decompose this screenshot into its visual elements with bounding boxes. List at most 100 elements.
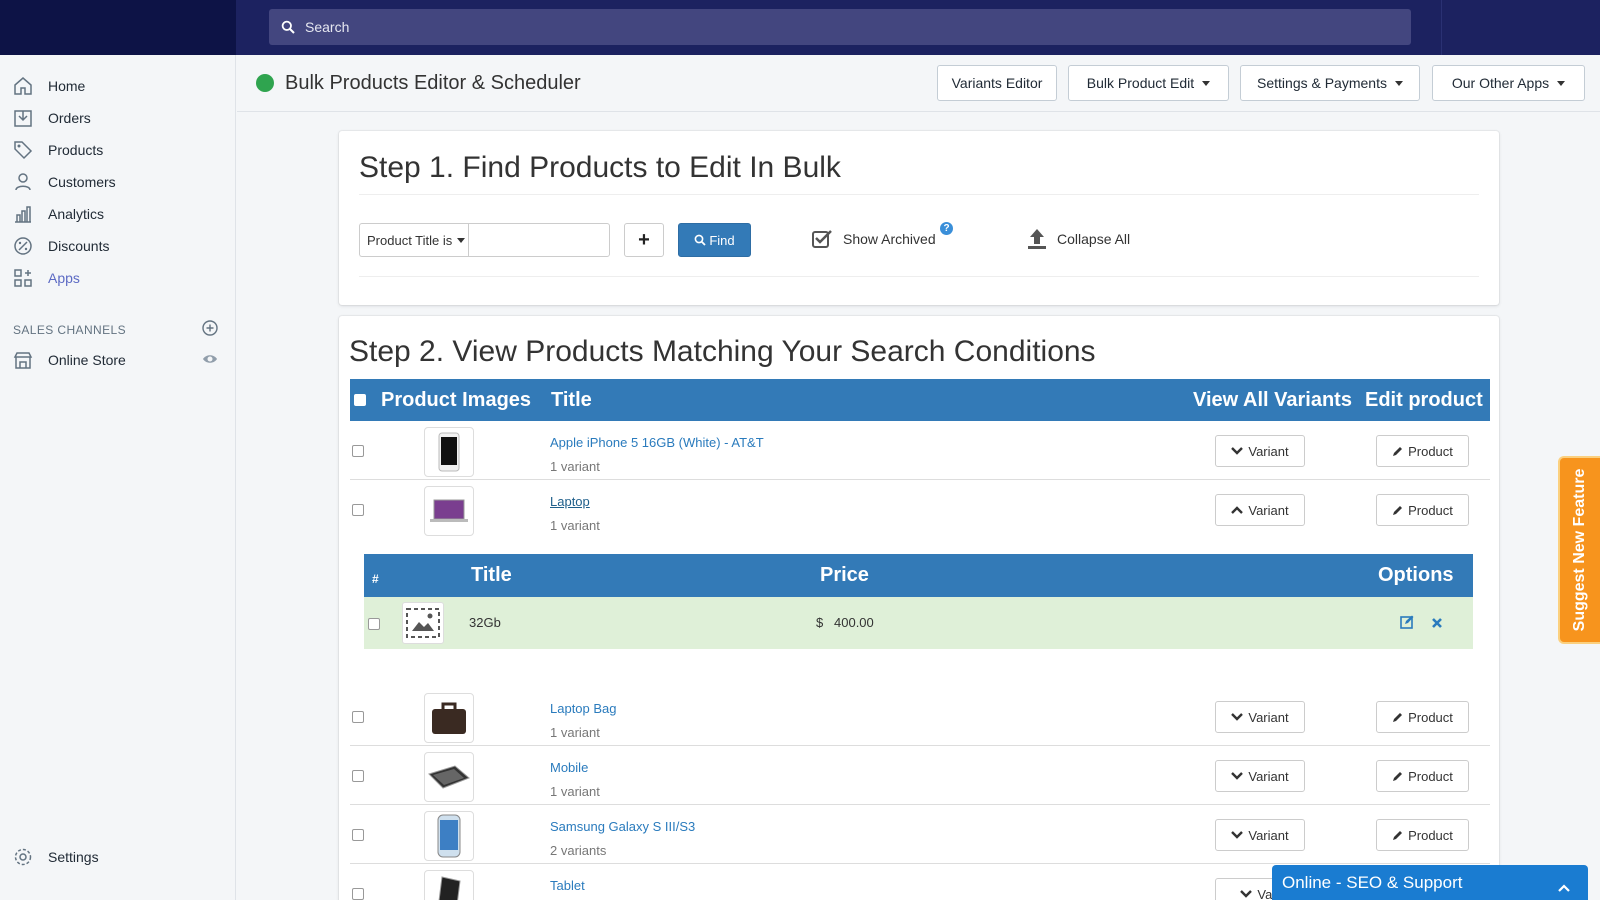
search-input[interactable] <box>305 19 1305 35</box>
currency-symbol: $ <box>816 615 824 630</box>
table-row: Samsung Galaxy S III/S3 2 variants Varia… <box>350 805 1490 864</box>
bulk-product-edit-button[interactable]: Bulk Product Edit <box>1068 65 1229 101</box>
filter-value-input[interactable] <box>468 223 610 257</box>
sidebar-item-label: Analytics <box>48 206 105 222</box>
edit-product-button[interactable]: Product <box>1376 494 1469 526</box>
edit-product-button[interactable]: Product <box>1376 819 1469 851</box>
tag-icon <box>12 139 34 161</box>
suggest-feature-tab[interactable]: Suggest New Feature <box>1558 456 1600 644</box>
search-icon <box>694 234 706 246</box>
store-logo-area <box>0 0 236 55</box>
product-thumbnail <box>424 752 474 802</box>
variants-editor-button[interactable]: Variants Editor <box>937 65 1057 101</box>
find-button[interactable]: Find <box>678 223 751 257</box>
row-checkbox[interactable] <box>352 711 364 723</box>
product-thumbnail <box>424 693 474 743</box>
button-label: Bulk Product Edit <box>1086 75 1195 91</box>
sales-channels-header: SALES CHANNELS <box>13 323 126 337</box>
product-title-link[interactable]: Tablet <box>550 878 585 893</box>
eye-icon[interactable] <box>202 351 218 372</box>
edit-product-button[interactable]: Product <box>1376 701 1469 733</box>
view-variants-button[interactable]: Variant <box>1215 819 1305 851</box>
button-label: Variant <box>1248 502 1289 518</box>
app-title: Bulk Products Editor & Scheduler <box>285 72 581 94</box>
button-label: Settings & Payments <box>1257 75 1387 91</box>
collapse-all-button[interactable]: Collapse All <box>1027 228 1130 250</box>
chevron-down-icon <box>1231 713 1244 721</box>
button-label: Find <box>709 232 735 248</box>
sidebar-item-apps[interactable]: Apps <box>12 264 80 292</box>
variant-row: 32Gb $ 400.00 <box>364 597 1473 649</box>
product-thumbnail <box>424 811 474 861</box>
sidebar-item-label: Orders <box>48 110 91 126</box>
variant-count: 1 variant <box>550 459 600 474</box>
support-chat-bar[interactable]: Online - SEO & Support <box>1272 865 1588 900</box>
product-title-link[interactable]: Laptop <box>550 494 590 509</box>
search-bar[interactable] <box>269 9 1411 45</box>
person-icon <box>12 171 34 193</box>
filter-condition-select[interactable]: Product Title is <box>359 223 469 257</box>
sidebar-item-discounts[interactable]: Discounts <box>12 232 109 260</box>
variant-title: 32Gb <box>469 615 501 630</box>
add-channel-icon[interactable] <box>202 320 218 341</box>
row-checkbox[interactable] <box>352 829 364 841</box>
sidebar-item-analytics[interactable]: Analytics <box>12 200 104 228</box>
edit-product-button[interactable]: Product <box>1376 435 1469 467</box>
sidebar-item-orders[interactable]: Orders <box>12 104 91 132</box>
sidebar: Home Orders Products Customers Analytics… <box>0 55 236 900</box>
row-checkbox[interactable] <box>352 770 364 782</box>
variant-checkbox[interactable] <box>368 618 380 630</box>
view-variants-button[interactable]: Variant <box>1215 701 1305 733</box>
variant-count: 1 variant <box>550 784 600 799</box>
pencil-icon <box>1393 447 1403 456</box>
sidebar-item-label: Discounts <box>48 238 110 254</box>
sidebar-item-online-store[interactable]: Online Store <box>12 346 126 374</box>
show-archived-toggle[interactable]: Show Archived <box>811 228 936 250</box>
variant-image-placeholder[interactable] <box>402 602 444 644</box>
add-condition-button[interactable]: + <box>624 223 664 257</box>
chevron-down-icon <box>1231 447 1244 455</box>
column-header-variants: View All Variants <box>1193 389 1352 411</box>
button-label: Product <box>1408 709 1453 725</box>
delete-variant-icon[interactable] <box>1431 616 1443 634</box>
table-row: Apple iPhone 5 16GB (White) - AT&T 1 var… <box>350 421 1490 480</box>
view-variants-button[interactable]: Variant <box>1215 435 1305 467</box>
product-thumbnail <box>424 486 474 536</box>
row-checkbox[interactable] <box>352 888 364 900</box>
sidebar-item-products[interactable]: Products <box>12 136 103 164</box>
caret-down-icon <box>1394 80 1403 86</box>
step1-title: Step 1. Find Products to Edit In Bulk <box>359 151 841 184</box>
help-icon[interactable]: ? <box>940 222 953 235</box>
product-title-link[interactable]: Mobile <box>550 760 588 775</box>
upload-icon <box>1028 229 1046 249</box>
sidebar-item-label: Settings <box>48 849 99 865</box>
sidebar-item-settings[interactable]: Settings <box>12 843 99 871</box>
row-checkbox[interactable] <box>352 504 364 516</box>
view-variants-button[interactable]: Variant <box>1215 760 1305 792</box>
button-label: Variant <box>1248 768 1289 784</box>
row-checkbox[interactable] <box>352 445 364 457</box>
apps-icon <box>12 267 34 289</box>
table-row: Laptop 1 variant Variant Product <box>350 480 1490 540</box>
settings-payments-button[interactable]: Settings & Payments <box>1240 65 1420 101</box>
edit-variant-icon[interactable] <box>1400 615 1414 634</box>
product-title-link[interactable]: Laptop Bag <box>550 701 617 716</box>
column-header-title: Title <box>551 389 592 411</box>
edit-product-button[interactable]: Product <box>1376 760 1469 792</box>
button-label: Product <box>1408 502 1453 518</box>
variant-count: 1 variant <box>550 518 600 533</box>
app-logo-icon <box>255 73 275 98</box>
sidebar-item-customers[interactable]: Customers <box>12 168 116 196</box>
show-archived-label: Show Archived <box>843 231 936 247</box>
other-apps-button[interactable]: Our Other Apps <box>1432 65 1585 101</box>
select-all-checkbox[interactable] <box>354 394 366 406</box>
hide-variants-button[interactable]: Variant <box>1215 494 1305 526</box>
variant-price: 400.00 <box>834 615 874 630</box>
button-label: Our Other Apps <box>1451 75 1550 91</box>
product-title-link[interactable]: Apple iPhone 5 16GB (White) - AT&T <box>550 435 764 450</box>
sidebar-item-home[interactable]: Home <box>12 72 85 100</box>
pencil-icon <box>1393 713 1403 722</box>
column-header-images: Product Images <box>381 389 532 411</box>
product-title-link[interactable]: Samsung Galaxy S III/S3 <box>550 819 695 834</box>
button-label: Variants Editor <box>951 75 1043 91</box>
